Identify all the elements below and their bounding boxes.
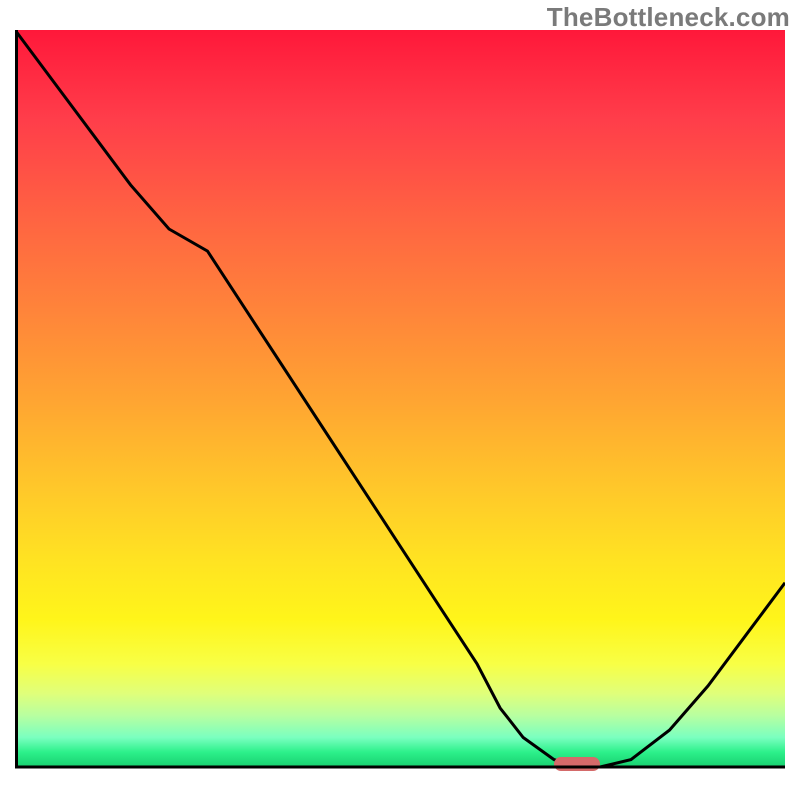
plot-area — [15, 30, 785, 790]
chart-container: TheBottleneck.com — [0, 0, 800, 800]
background-gradient — [15, 30, 785, 767]
optimal-marker — [554, 757, 600, 771]
watermark-text: TheBottleneck.com — [547, 2, 790, 33]
